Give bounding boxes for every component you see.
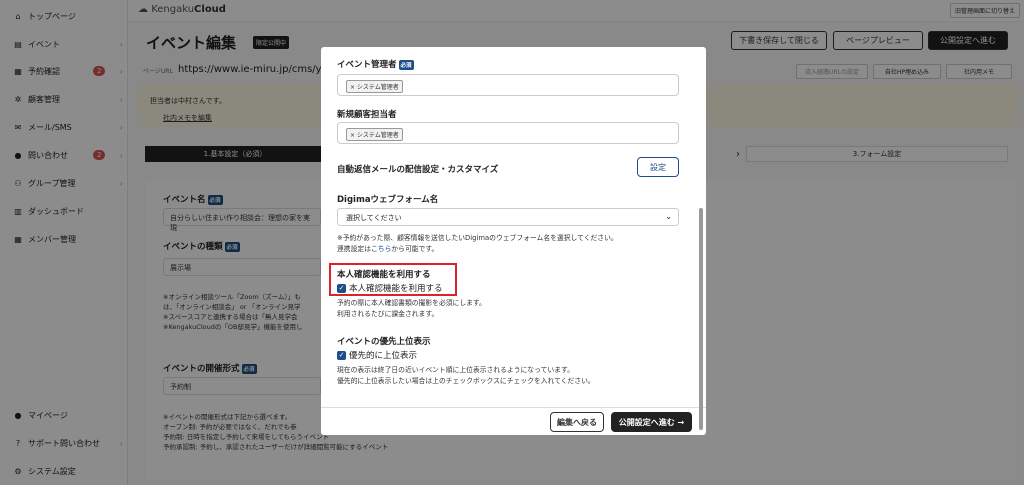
modal-scrollbar[interactable] — [699, 208, 703, 430]
note-line: 現在の表示は終了日の近いイベント順に上位表示されるようになっています。 — [337, 366, 574, 374]
proceed-publish-button[interactable]: 公開設定へ進む → — [611, 412, 692, 432]
digima-note: ※予約があった際、顧客情報を送信したいDigimaのウェブフォーム名を選択してく… — [337, 233, 618, 255]
new-customer-field[interactable]: × システム管理者 — [337, 122, 679, 144]
new-customer-label: 新規顧客担当者 — [337, 110, 397, 120]
identity-checkbox[interactable]: ✓ 本人確認機能を利用する — [337, 282, 443, 294]
settings-link[interactable]: こちら — [371, 245, 391, 253]
check-icon: ✓ — [337, 350, 346, 360]
note-line: 予約の際に本人確認書類の撮影を必須にします。 — [337, 299, 486, 307]
note-line: 連携設定はこちらから可能です。 — [337, 244, 618, 255]
auto-mail-label: 自動返信メールの配信設定・カスタマイズ — [337, 165, 499, 175]
select-value: 選択してください — [346, 214, 402, 222]
priority-note: 現在の表示は終了日の近いイベント順に上位表示されるようになっています。 優先的に… — [337, 365, 595, 387]
note-line: 利用されるたびに課金されます。 — [337, 310, 439, 318]
settings-modal: イベント管理者 必須 × システム管理者 新規顧客担当者 × システム管理者 自動… — [321, 47, 706, 435]
note-text: から可能です。 — [391, 245, 439, 253]
event-manager-label: イベント管理者 必須 — [337, 58, 414, 70]
customer-chip[interactable]: × システム管理者 — [346, 128, 403, 141]
settings-button[interactable]: 設定 — [637, 157, 679, 177]
note-line: 優先的に上位表示したい場合は上のチェックボックスにチェックを入れてください。 — [337, 377, 595, 385]
digima-label: Digimaウェブフォーム名 — [337, 195, 439, 205]
required-badge: 必須 — [398, 59, 414, 70]
digima-select[interactable]: 選択してください ⌄ — [337, 208, 679, 226]
chevron-down-icon: ⌄ — [665, 212, 672, 221]
label-text: イベント管理者 — [337, 60, 397, 70]
manager-chip[interactable]: × システム管理者 — [346, 80, 403, 93]
identity-label: 本人確認機能を利用する — [337, 270, 431, 280]
checkbox-label: 本人確認機能を利用する — [349, 284, 443, 294]
priority-label: イベントの優先上位表示 — [337, 337, 431, 347]
checkbox-label: 優先的に上位表示 — [349, 351, 418, 361]
note-text: 連携設定は — [337, 245, 371, 253]
priority-checkbox[interactable]: ✓ 優先的に上位表示 — [337, 349, 417, 361]
check-icon: ✓ — [337, 283, 346, 293]
back-to-edit-button[interactable]: 編集へ戻る — [550, 412, 604, 432]
note-line: ※予約があった際、顧客情報を送信したいDigimaのウェブフォーム名を選択してく… — [337, 234, 618, 242]
event-manager-field[interactable]: × システム管理者 — [337, 74, 679, 96]
identity-note: 予約の際に本人確認書類の撮影を必須にします。 利用されるたびに課金されます。 — [337, 298, 486, 320]
